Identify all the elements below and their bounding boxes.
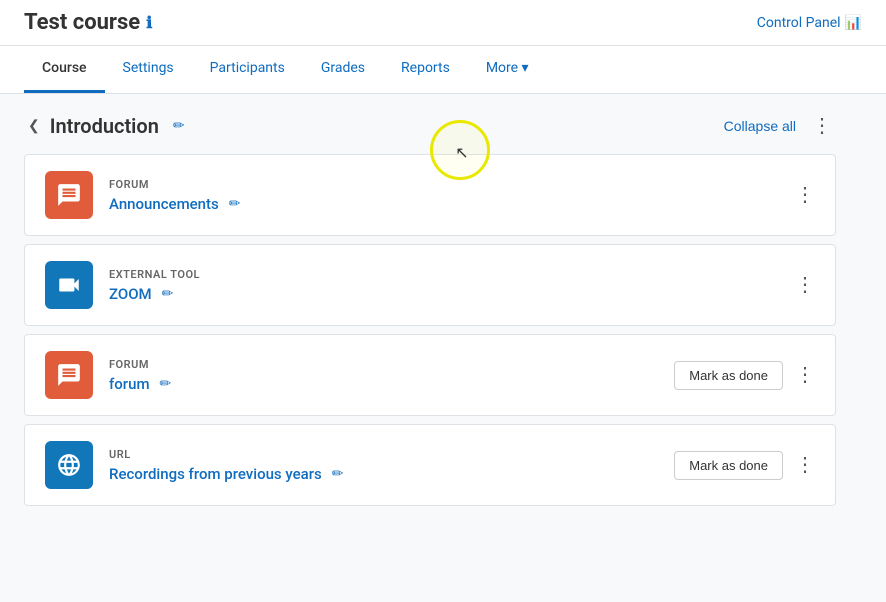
recordings-menu-button[interactable]: ⋮ [795, 455, 815, 475]
activity-name-zoom[interactable]: ZOOM ✏ [109, 285, 779, 303]
activity-type-zoom: EXTERNAL TOOL [109, 268, 779, 281]
top-bar: Test course ℹ Control Panel 📊 [0, 0, 886, 46]
section-title-edit-icon[interactable]: ✏ [173, 118, 185, 134]
activity-icon-zoom [45, 261, 93, 309]
activity-icon-forum-announcements [45, 171, 93, 219]
forum-edit-icon[interactable]: ✏ [160, 376, 172, 392]
activity-icon-forum [45, 351, 93, 399]
section-title-area: ❮ Introduction ✏ [28, 114, 185, 138]
recordings-mark-done-button[interactable]: Mark as done [674, 451, 783, 480]
announcements-menu-button[interactable]: ⋮ [795, 185, 815, 205]
section-header: ❮ Introduction ✏ Collapse all ⋮ [24, 114, 836, 138]
nav-item-course[interactable]: Course [24, 46, 105, 93]
course-title-area: Test course ℹ [24, 10, 152, 35]
nav-item-more[interactable]: More ▾ [468, 46, 547, 93]
activity-card-announcements: FORUM Announcements ✏ ⋮ [24, 154, 836, 236]
course-info-icon[interactable]: ℹ [146, 13, 152, 32]
activity-info-recordings: URL Recordings from previous years ✏ [109, 448, 658, 483]
activity-info-zoom: EXTERNAL TOOL ZOOM ✏ [109, 268, 779, 303]
recordings-edit-icon[interactable]: ✏ [332, 466, 344, 482]
nav-item-grades[interactable]: Grades [303, 46, 383, 93]
zoom-edit-icon[interactable]: ✏ [162, 286, 174, 302]
activity-actions-announcements: ⋮ [795, 185, 815, 205]
activity-info-forum: FORUM forum ✏ [109, 358, 658, 393]
activity-name-forum[interactable]: forum ✏ [109, 375, 658, 393]
nav-item-reports[interactable]: Reports [383, 46, 468, 93]
section-title: Introduction [50, 114, 159, 138]
activity-type-recordings: URL [109, 448, 658, 461]
nav-item-participants[interactable]: Participants [192, 46, 303, 93]
activity-actions-recordings: Mark as done ⋮ [674, 451, 815, 480]
forum-menu-button[interactable]: ⋮ [795, 365, 815, 385]
activity-name-announcements[interactable]: Announcements ✏ [109, 195, 779, 213]
activity-info-announcements: FORUM Announcements ✏ [109, 178, 779, 213]
announcements-edit-icon[interactable]: ✏ [229, 196, 241, 212]
course-title-text: Test course [24, 10, 140, 35]
forum-mark-done-button[interactable]: Mark as done [674, 361, 783, 390]
activity-type-announcements: FORUM [109, 178, 779, 191]
activity-name-recordings[interactable]: Recordings from previous years ✏ [109, 465, 658, 483]
control-panel-link[interactable]: Control Panel 📊 [757, 15, 862, 31]
nav-bar: Course Settings Participants Grades Repo… [0, 46, 886, 94]
collapse-chevron-icon[interactable]: ❮ [28, 118, 40, 134]
control-panel-label: Control Panel [757, 15, 841, 31]
collapse-all-button[interactable]: Collapse all [724, 118, 796, 134]
control-panel-chart-icon: 📊 [845, 15, 862, 31]
activity-card-recordings: URL Recordings from previous years ✏ Mar… [24, 424, 836, 506]
zoom-menu-button[interactable]: ⋮ [795, 275, 815, 295]
activity-card-zoom: EXTERNAL TOOL ZOOM ✏ ⋮ [24, 244, 836, 326]
activity-type-forum: FORUM [109, 358, 658, 371]
section-menu-button[interactable]: ⋮ [812, 116, 832, 136]
main-content: ❮ Introduction ✏ Collapse all ⋮ FORUM An… [0, 94, 860, 534]
section-actions: Collapse all ⋮ [724, 116, 832, 136]
activity-actions-zoom: ⋮ [795, 275, 815, 295]
activity-card-forum: FORUM forum ✏ Mark as done ⋮ [24, 334, 836, 416]
activity-icon-url [45, 441, 93, 489]
nav-item-settings[interactable]: Settings [105, 46, 192, 93]
activity-actions-forum: Mark as done ⋮ [674, 361, 815, 390]
